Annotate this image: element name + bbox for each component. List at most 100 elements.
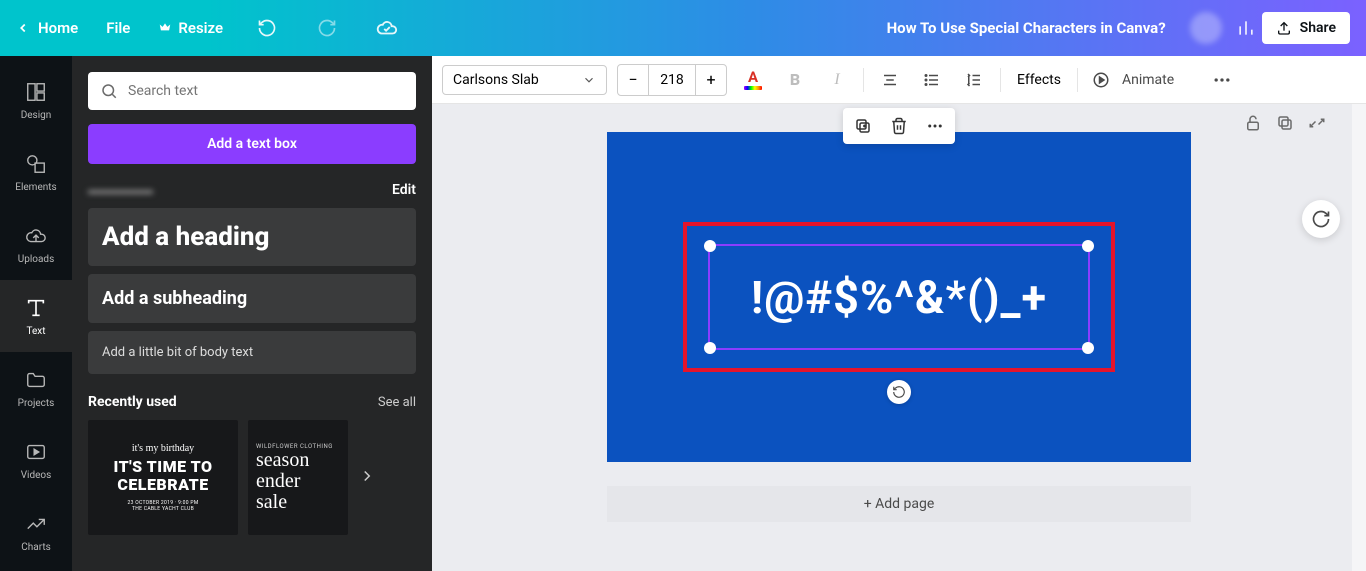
duplicate-icon xyxy=(1276,114,1294,132)
search-input[interactable] xyxy=(128,83,404,99)
italic-button[interactable]: I xyxy=(821,64,853,96)
rotate-handle[interactable] xyxy=(887,380,911,404)
list-icon xyxy=(923,71,941,89)
font-select[interactable]: Carlsons Slab xyxy=(442,65,607,95)
topbar-left: Home File Resize xyxy=(16,12,403,44)
nav-item-charts[interactable]: Charts xyxy=(0,496,72,568)
nav-label: Charts xyxy=(21,542,51,553)
refresh-icon xyxy=(1311,209,1331,229)
resize-handle-bl[interactable] xyxy=(704,342,716,354)
animate-button[interactable]: Animate xyxy=(1088,64,1184,96)
nav-item-design[interactable]: Design xyxy=(0,64,72,136)
resize-label: Resize xyxy=(178,19,223,37)
folder-icon xyxy=(24,368,48,392)
nav-item-projects[interactable]: Projects xyxy=(0,352,72,424)
size-input[interactable] xyxy=(648,65,696,95)
play-icon xyxy=(24,440,48,464)
size-decrease-button[interactable]: − xyxy=(618,65,648,95)
nav-label: Design xyxy=(21,110,52,121)
resize-handle-tl[interactable] xyxy=(704,240,716,252)
expand-button[interactable] xyxy=(1308,114,1326,136)
add-body-option[interactable]: Add a little bit of body text xyxy=(88,331,416,374)
add-subheading-option[interactable]: Add a subheading xyxy=(88,274,416,323)
canvas-area[interactable]: !@#$%^&*()_+ + Add page xyxy=(432,104,1366,571)
recently-used-label: Recently used xyxy=(88,394,177,410)
recently-used-thumbs: it's my birthday IT'S TIME TO CELEBRATE … xyxy=(88,420,416,535)
thumb-next-button[interactable] xyxy=(358,467,376,489)
main-area: Design Elements Uploads Text Projects Vi… xyxy=(0,56,1366,571)
line-chart-icon xyxy=(24,512,48,536)
file-label: File xyxy=(106,19,130,37)
home-button[interactable]: Home xyxy=(16,19,78,37)
divider xyxy=(1077,68,1078,92)
template-thumb-1[interactable]: it's my birthday IT'S TIME TO CELEBRATE … xyxy=(88,420,238,535)
file-button[interactable]: File xyxy=(106,19,130,37)
redo-button[interactable] xyxy=(311,12,343,44)
spacing-button[interactable] xyxy=(958,64,990,96)
canvas-page[interactable]: !@#$%^&*()_+ xyxy=(607,132,1191,462)
list-button[interactable] xyxy=(916,64,948,96)
resize-handle-tr[interactable] xyxy=(1082,240,1094,252)
align-button[interactable] xyxy=(874,64,906,96)
duplicate-page-button[interactable] xyxy=(1276,114,1294,136)
duplicate-element-button[interactable] xyxy=(851,114,875,138)
share-label: Share xyxy=(1300,20,1336,36)
document-title[interactable]: How To Use Special Characters in Canva? xyxy=(887,19,1166,37)
share-button[interactable]: Share xyxy=(1262,12,1350,44)
nav-item-videos[interactable]: Videos xyxy=(0,424,72,496)
selection-box[interactable]: !@#$%^&*()_+ xyxy=(708,244,1090,350)
nav-item-elements[interactable]: Elements xyxy=(0,136,72,208)
insights-button[interactable] xyxy=(1230,12,1262,44)
expand-icon xyxy=(1308,114,1326,132)
font-size-stepper: − + xyxy=(617,64,727,96)
thumb-text: sale xyxy=(256,492,287,513)
see-all-button[interactable]: See all xyxy=(378,395,416,410)
thumb-text: ender xyxy=(256,471,300,492)
chart-icon xyxy=(1236,18,1256,38)
undo-button[interactable] xyxy=(251,12,283,44)
template-thumb-2[interactable]: WILDFLOWER CLOTHING season ender sale xyxy=(248,420,348,535)
templates-icon xyxy=(24,80,48,104)
crown-icon xyxy=(158,21,172,35)
delete-element-button[interactable] xyxy=(887,114,911,138)
user-avatar[interactable] xyxy=(1190,12,1222,44)
cloud-status-button[interactable] xyxy=(371,12,403,44)
search-box[interactable] xyxy=(88,72,416,110)
element-more-button[interactable] xyxy=(923,114,947,138)
align-center-icon xyxy=(881,71,899,89)
section-header: ▬▬▬▬▬ Edit xyxy=(88,182,416,198)
font-name: Carlsons Slab xyxy=(453,72,539,88)
more-icon xyxy=(1212,70,1232,90)
nav-item-text[interactable]: Text xyxy=(0,280,72,352)
divider xyxy=(1000,68,1001,92)
animate-icon xyxy=(1092,71,1110,89)
size-increase-button[interactable]: + xyxy=(696,65,726,95)
add-heading-option[interactable]: Add a heading xyxy=(88,208,416,266)
divider xyxy=(863,68,864,92)
lock-button[interactable] xyxy=(1244,114,1262,136)
add-page-button[interactable]: + Add page xyxy=(607,486,1191,522)
regenerate-button[interactable] xyxy=(1302,200,1340,238)
more-icon xyxy=(926,117,944,135)
resize-handle-br[interactable] xyxy=(1082,342,1094,354)
edit-button[interactable]: Edit xyxy=(392,182,416,198)
cloud-check-icon xyxy=(376,17,398,39)
add-text-box-button[interactable]: Add a text box xyxy=(88,124,416,164)
spacing-icon xyxy=(965,71,983,89)
scrollbar[interactable] xyxy=(1352,104,1366,571)
lock-icon xyxy=(1244,114,1262,132)
redo-icon xyxy=(317,18,337,38)
bold-button[interactable]: B xyxy=(779,64,811,96)
animate-label: Animate xyxy=(1116,72,1180,88)
effects-button[interactable]: Effects xyxy=(1011,72,1067,88)
canvas-text-element[interactable]: !@#$%^&*()_+ xyxy=(751,271,1047,324)
side-nav: Design Elements Uploads Text Projects Vi… xyxy=(0,56,72,571)
text-color-button[interactable]: A xyxy=(737,64,769,96)
resize-button[interactable]: Resize xyxy=(158,19,223,37)
copy-icon xyxy=(854,117,872,135)
nav-item-uploads[interactable]: Uploads xyxy=(0,208,72,280)
more-button[interactable] xyxy=(1206,64,1238,96)
chevron-right-icon xyxy=(358,467,376,485)
section-blurred-label: ▬▬▬▬▬ xyxy=(88,182,153,198)
recently-used-header: Recently used See all xyxy=(88,394,416,410)
